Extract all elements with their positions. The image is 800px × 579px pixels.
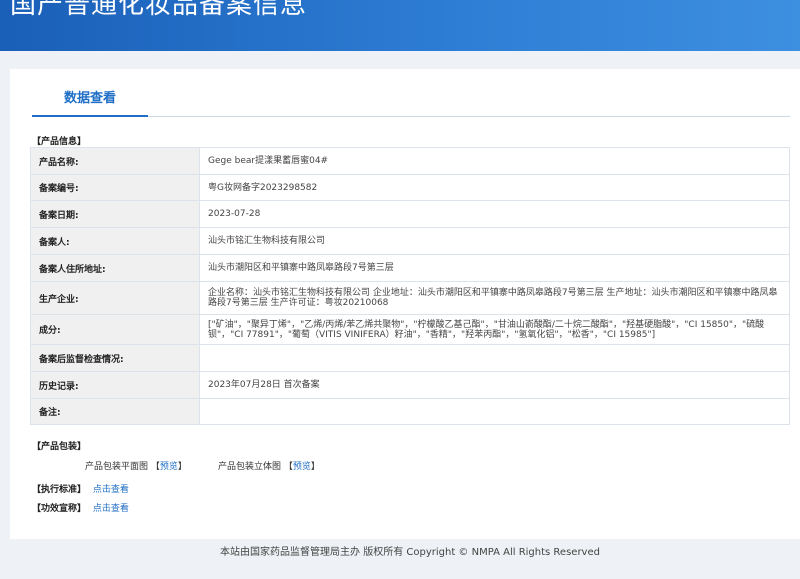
standard-label: 【执行标准】 [32,485,87,495]
row-label: 生产企业: [30,281,200,315]
package-flat-preview-link[interactable]: 预览 [160,462,178,472]
table-row: 历史记录: 2023年07月28日 首次备案 [30,371,790,399]
row-label: 备案人住所地址: [30,254,200,282]
efficacy-label: 【功效宣称】 [32,504,87,514]
tab-active-underline [32,115,148,117]
table-row: 生产企业: 企业名称：汕头市铭汇生物科技有限公司 企业地址：汕头市潮阳区和平镇寨… [30,281,790,315]
standard-row: 【执行标准】 点击查看 [32,482,129,495]
row-label: 备案人: [30,227,200,255]
remarks-value [199,398,790,425]
tab-divider [148,116,790,117]
manufacturer-value: 企业名称：汕头市铭汇生物科技有限公司 企业地址：汕头市潮阳区和平镇寨中路凤皋路段… [199,281,790,315]
table-row: 备案人: 汕头市铭汇生物科技有限公司 [30,227,790,255]
package-flat-item: 产品包装平面图 【预览】 [85,459,187,472]
inspection-value [199,344,790,372]
bracket-close: 】 [310,462,320,472]
bracket-open: 【 [150,462,160,472]
row-label: 备案后监督检查情况: [30,344,200,372]
product-info-table: 产品名称: Gege bear提漾果蓄唇蜜04# 备案编号: 粤G妆网备字202… [30,147,790,425]
tab-data-view[interactable]: 数据查看 [32,87,148,115]
product-name-value: Gege bear提漾果蓄唇蜜04# [199,147,790,175]
history-value: 2023年07月28日 首次备案 [199,371,790,399]
header-banner: 国产普通化妆品备案信息 [0,0,800,51]
ingredients-value: ["矿油"，"聚异丁烯"，"乙烯/丙烯/苯乙烯共聚物"，"柠檬酸乙基己酯"，"甘… [199,314,790,345]
filing-number-value: 粤G妆网备字2023298582 [199,174,790,201]
row-label: 历史记录: [30,371,200,399]
package-solid-preview-link[interactable]: 预览 [293,462,311,472]
row-label: 产品名称: [30,147,200,175]
package-solid-label: 产品包装立体图 [218,462,282,472]
section-title-product-info: 【产品信息】 [32,137,87,147]
table-row: 产品名称: Gege bear提漾果蓄唇蜜04# [30,147,790,175]
table-row: 成分: ["矿油"，"聚异丁烯"，"乙烯/丙烯/苯乙烯共聚物"，"柠檬酸乙基己酯… [30,314,790,345]
section-title-packaging: 【产品包装】 [32,442,87,452]
table-row: 备案编号: 粤G妆网备字2023298582 [30,174,790,201]
table-row: 备注: [30,398,790,425]
bracket-open: 【 [283,462,293,472]
filer-address-value: 汕头市潮阳区和平镇寨中路凤皋路段7号第三层 [199,254,790,282]
content-panel: 数据查看 【产品信息】 产品名称: Gege bear提漾果蓄唇蜜04# 备案编… [10,69,800,539]
row-label: 备注: [30,398,200,425]
filing-date-value: 2023-07-28 [199,200,790,228]
filer-value: 汕头市铭汇生物科技有限公司 [199,227,790,255]
row-label: 备案编号: [30,174,200,201]
package-solid-item: 产品包装立体图 【预览】 [218,459,320,472]
table-row: 备案日期: 2023-07-28 [30,200,790,228]
table-row: 备案人住所地址: 汕头市潮阳区和平镇寨中路凤皋路段7号第三层 [30,254,790,282]
row-label: 备案日期: [30,200,200,228]
table-row: 备案后监督检查情况: [30,344,790,372]
footer-copyright: 本站由国家药品监督管理局主办 版权所有 Copyright © NMPA All… [220,547,600,558]
row-label: 成分: [30,314,200,345]
efficacy-view-link[interactable]: 点击查看 [93,504,129,514]
page-title: 国产普通化妆品备案信息 [10,0,308,20]
efficacy-row: 【功效宣称】 点击查看 [32,501,129,514]
package-flat-label: 产品包装平面图 [85,462,149,472]
standard-view-link[interactable]: 点击查看 [93,485,129,495]
bracket-close: 】 [177,462,187,472]
